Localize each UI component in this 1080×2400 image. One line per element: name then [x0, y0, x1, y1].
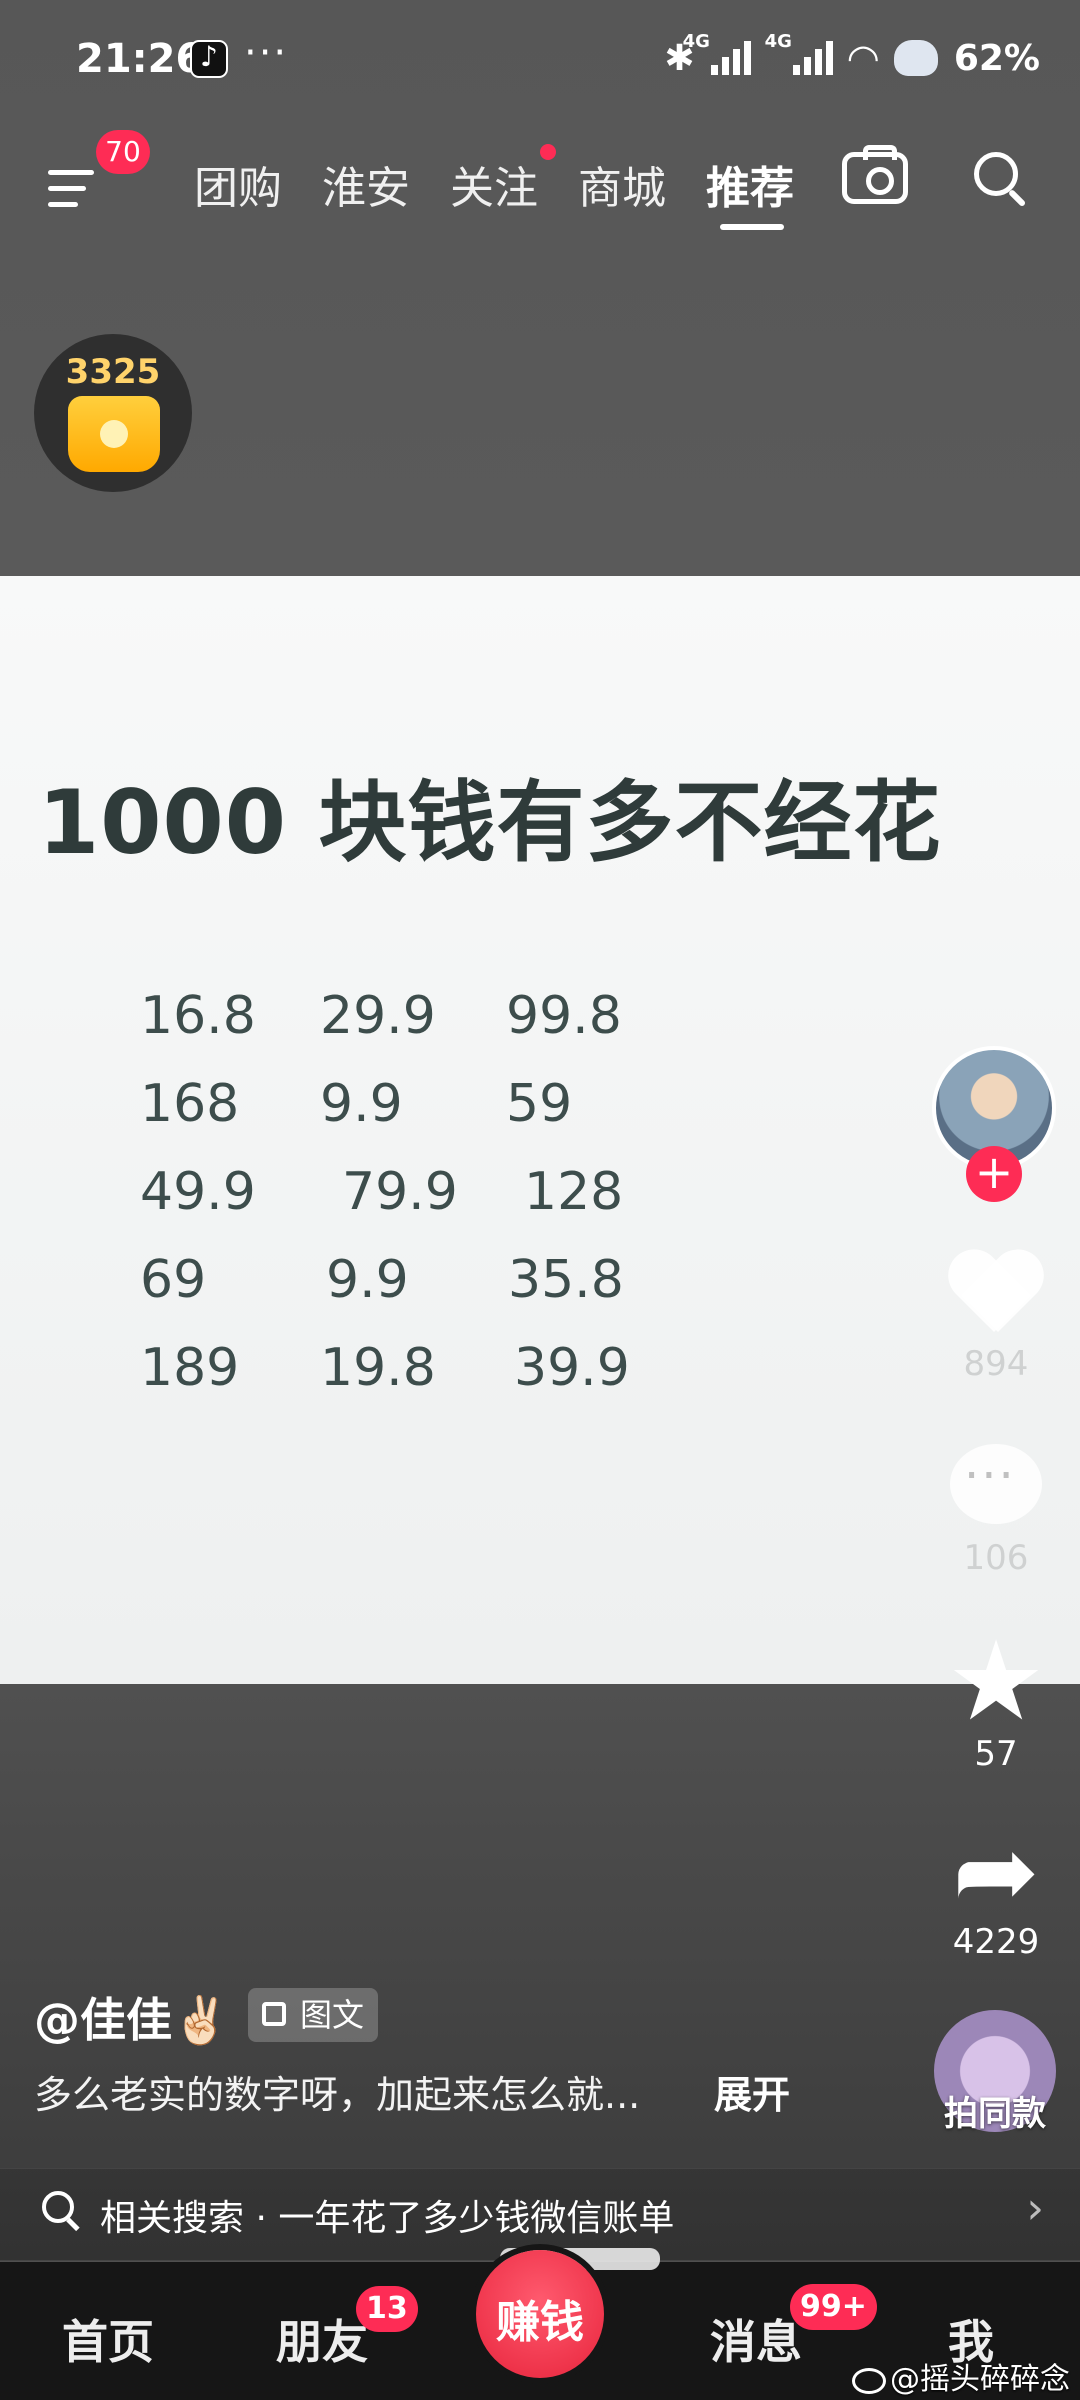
comment-count: 106 [963, 1538, 1029, 1578]
more-notifications-icon: ··· [244, 30, 289, 76]
follow-button[interactable]: + [966, 1146, 1022, 1202]
nav-friends[interactable]: 朋友 [276, 2306, 368, 2372]
price-value: 99.8 [506, 986, 622, 1046]
tab-following[interactable]: 关注 [450, 152, 538, 216]
watermark-text: @摇头碎碎念 [890, 2362, 1070, 2397]
price-value: 35.8 [508, 1250, 624, 1310]
post-caption: 多么老实的数字呀，加起来怎么就... [34, 2073, 641, 2117]
like-count: 894 [963, 1344, 1029, 1384]
share-count: 4229 [952, 1922, 1040, 1962]
following-dot [540, 144, 556, 160]
price-value: 69 [140, 1250, 207, 1310]
price-value: 16.8 [140, 986, 256, 1046]
share-arrow-icon[interactable]: ➦ [946, 1819, 1046, 1923]
tab-recommend[interactable]: 推荐 [706, 152, 794, 216]
like-heart-icon[interactable] [946, 1246, 1046, 1336]
watermark: @摇头碎碎念 [852, 2354, 1070, 2398]
gold-bag-icon [68, 396, 160, 472]
coin-count: 3325 [65, 352, 161, 392]
camera-icon[interactable] [842, 145, 908, 204]
search-icon [42, 2191, 76, 2225]
messages-badge: 99+ [790, 2284, 877, 2330]
battery-percent: 62% [953, 37, 1040, 79]
status-icons: ✱ 4G 4G ◠ 62% [664, 31, 1040, 80]
network-type-label: 4G [764, 31, 792, 52]
price-value: 9.9 [320, 1074, 403, 1134]
weibo-icon [852, 2367, 886, 2394]
wifi-icon: ◠ [848, 36, 878, 80]
friends-badge: 13 [356, 2286, 418, 2332]
signal-icon-2: 4G [765, 31, 833, 75]
favorite-count: 57 [974, 1734, 1018, 1774]
price-value: 19.8 [320, 1338, 436, 1398]
signal-icon-1: 4G [683, 31, 751, 75]
coin-reward-widget[interactable]: 3325 [34, 334, 192, 492]
chevron-right-icon: › [1026, 2183, 1044, 2234]
price-value: 59 [506, 1074, 573, 1134]
price-value: 29.9 [320, 986, 436, 1046]
favorite-star-icon[interactable]: ★ [946, 1626, 1046, 1736]
post-title: 1000 块钱有多不经花 [38, 771, 942, 874]
price-value: 49.9 [140, 1162, 256, 1222]
search-icon[interactable] [974, 152, 1024, 202]
price-value: 128 [524, 1162, 624, 1222]
earn-money-button[interactable]: 赚钱 [476, 2250, 604, 2378]
image-text-tag: 图文 [248, 1988, 379, 2042]
menu-icon[interactable] [48, 170, 98, 210]
post-image[interactable]: 1000 块钱有多不经花 16.8 29.9 99.8 168 9.9 59 4… [0, 576, 1080, 1684]
nav-messages[interactable]: 消息 [710, 2306, 802, 2372]
comment-icon[interactable] [950, 1444, 1042, 1524]
price-value: 39.9 [514, 1338, 630, 1398]
author-name[interactable]: @佳佳✌🏻 [34, 1984, 229, 2050]
gallery-icon [262, 2002, 286, 2026]
same-style-button[interactable]: 拍同款 [918, 2086, 1072, 2135]
active-tab-indicator [720, 224, 784, 230]
price-value: 9.9 [326, 1250, 409, 1310]
price-value: 168 [140, 1074, 240, 1134]
tab-mall[interactable]: 商城 [578, 152, 666, 216]
image-text-tag-label: 图文 [300, 1996, 365, 2034]
network-type-label: 4G [682, 31, 710, 52]
expand-caption-button[interactable]: 展开 [714, 2064, 790, 2119]
earn-label: 赚钱 [496, 2297, 584, 2348]
related-search-text: 相关搜索 · 一年花了多少钱微信账单 [100, 2198, 675, 2239]
menu-badge: 70 [96, 130, 150, 174]
nav-home[interactable]: 首页 [62, 2306, 154, 2372]
tab-group-buy[interactable]: 团购 [194, 152, 282, 216]
price-value: 79.9 [342, 1162, 458, 1222]
tab-local[interactable]: 淮安 [322, 152, 410, 216]
cat-battery-icon [893, 40, 938, 76]
status-bar: 21:26 ··· ✱ 4G 4G ◠ 62% [0, 0, 1080, 128]
price-value: 189 [140, 1338, 240, 1398]
tiktok-app-icon [190, 40, 228, 78]
status-time: 21:26 [76, 36, 204, 82]
